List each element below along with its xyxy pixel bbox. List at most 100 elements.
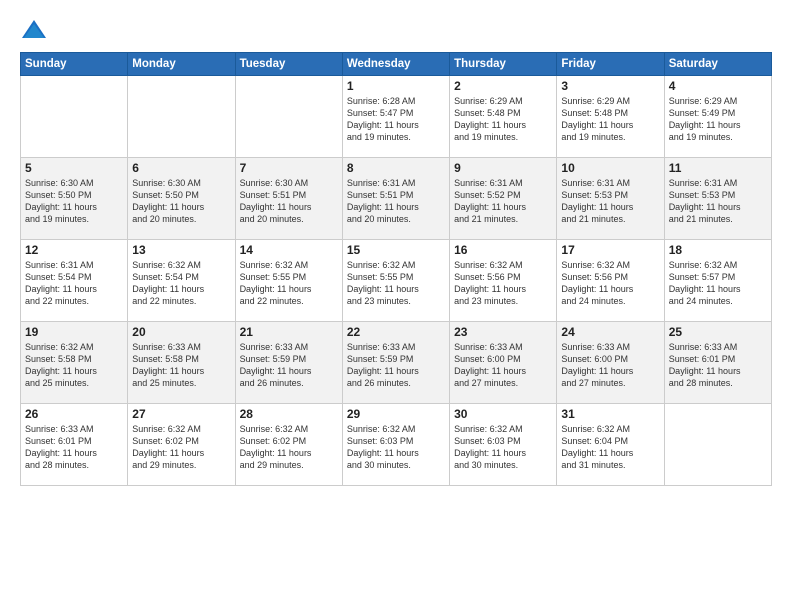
day-cell: 1 Sunrise: 6:28 AM Sunset: 5:47 PM Daylig… (342, 76, 449, 158)
day-info: Sunrise: 6:33 AM Sunset: 6:01 PM Dayligh… (25, 423, 123, 472)
day-info: Sunrise: 6:32 AM Sunset: 6:02 PM Dayligh… (132, 423, 230, 472)
weekday-header-sunday: Sunday (21, 53, 128, 76)
day-info: Sunrise: 6:33 AM Sunset: 6:00 PM Dayligh… (561, 341, 659, 390)
day-cell (664, 404, 771, 486)
day-number: 27 (132, 407, 230, 421)
day-cell: 23 Sunrise: 6:33 AM Sunset: 6:00 PM Dayli… (450, 322, 557, 404)
week-row-3: 19 Sunrise: 6:32 AM Sunset: 5:58 PM Dayli… (21, 322, 772, 404)
logo-icon (20, 16, 48, 44)
day-number: 12 (25, 243, 123, 257)
day-info: Sunrise: 6:31 AM Sunset: 5:53 PM Dayligh… (561, 177, 659, 226)
day-number: 20 (132, 325, 230, 339)
day-number: 11 (669, 161, 767, 175)
day-info: Sunrise: 6:32 AM Sunset: 5:54 PM Dayligh… (132, 259, 230, 308)
day-cell: 18 Sunrise: 6:32 AM Sunset: 5:57 PM Dayli… (664, 240, 771, 322)
weekday-header-tuesday: Tuesday (235, 53, 342, 76)
day-number: 15 (347, 243, 445, 257)
day-cell: 11 Sunrise: 6:31 AM Sunset: 5:53 PM Dayli… (664, 158, 771, 240)
day-info: Sunrise: 6:32 AM Sunset: 5:55 PM Dayligh… (347, 259, 445, 308)
weekday-header-wednesday: Wednesday (342, 53, 449, 76)
day-info: Sunrise: 6:31 AM Sunset: 5:54 PM Dayligh… (25, 259, 123, 308)
day-number: 19 (25, 325, 123, 339)
day-info: Sunrise: 6:30 AM Sunset: 5:50 PM Dayligh… (132, 177, 230, 226)
day-number: 22 (347, 325, 445, 339)
day-info: Sunrise: 6:29 AM Sunset: 5:48 PM Dayligh… (454, 95, 552, 144)
day-cell (21, 76, 128, 158)
day-cell: 6Sunrise: 6:30 AM Sunset: 5:50 PM Daylig… (128, 158, 235, 240)
day-cell: 16 Sunrise: 6:32 AM Sunset: 5:56 PM Dayli… (450, 240, 557, 322)
day-number: 17 (561, 243, 659, 257)
header (20, 16, 772, 44)
day-info: Sunrise: 6:30 AM Sunset: 5:51 PM Dayligh… (240, 177, 338, 226)
week-row-4: 26Sunrise: 6:33 AM Sunset: 6:01 PM Dayli… (21, 404, 772, 486)
day-cell: 15 Sunrise: 6:32 AM Sunset: 5:55 PM Dayli… (342, 240, 449, 322)
day-info: Sunrise: 6:32 AM Sunset: 6:04 PM Dayligh… (561, 423, 659, 472)
day-cell: 20 Sunrise: 6:33 AM Sunset: 5:58 PM Dayli… (128, 322, 235, 404)
day-cell: 13 Sunrise: 6:32 AM Sunset: 5:54 PM Dayli… (128, 240, 235, 322)
day-info: Sunrise: 6:32 AM Sunset: 6:02 PM Dayligh… (240, 423, 338, 472)
day-cell (128, 76, 235, 158)
day-info: Sunrise: 6:32 AM Sunset: 5:56 PM Dayligh… (561, 259, 659, 308)
day-number: 2 (454, 79, 552, 93)
day-info: Sunrise: 6:32 AM Sunset: 6:03 PM Dayligh… (347, 423, 445, 472)
day-number: 4 (669, 79, 767, 93)
day-cell: 27 Sunrise: 6:32 AM Sunset: 6:02 PM Dayli… (128, 404, 235, 486)
day-cell: 8Sunrise: 6:31 AM Sunset: 5:51 PM Daylig… (342, 158, 449, 240)
day-cell: 10 Sunrise: 6:31 AM Sunset: 5:53 PM Dayli… (557, 158, 664, 240)
day-number: 23 (454, 325, 552, 339)
day-cell: 4Sunrise: 6:29 AM Sunset: 5:49 PM Daylig… (664, 76, 771, 158)
day-info: Sunrise: 6:33 AM Sunset: 6:00 PM Dayligh… (454, 341, 552, 390)
day-info: Sunrise: 6:28 AM Sunset: 5:47 PM Dayligh… (347, 95, 445, 144)
day-info: Sunrise: 6:30 AM Sunset: 5:50 PM Dayligh… (25, 177, 123, 226)
day-cell: 24 Sunrise: 6:33 AM Sunset: 6:00 PM Dayli… (557, 322, 664, 404)
day-info: Sunrise: 6:33 AM Sunset: 5:59 PM Dayligh… (347, 341, 445, 390)
day-info: Sunrise: 6:31 AM Sunset: 5:53 PM Dayligh… (669, 177, 767, 226)
day-cell: 14 Sunrise: 6:32 AM Sunset: 5:55 PM Dayli… (235, 240, 342, 322)
day-cell: 7 Sunrise: 6:30 AM Sunset: 5:51 PM Daylig… (235, 158, 342, 240)
day-cell (235, 76, 342, 158)
calendar-table: SundayMondayTuesdayWednesdayThursdayFrid… (20, 52, 772, 486)
day-number: 18 (669, 243, 767, 257)
day-number: 5 (25, 161, 123, 175)
day-number: 3 (561, 79, 659, 93)
page: SundayMondayTuesdayWednesdayThursdayFrid… (0, 0, 792, 612)
weekday-header-friday: Friday (557, 53, 664, 76)
calendar-header: SundayMondayTuesdayWednesdayThursdayFrid… (21, 53, 772, 76)
day-cell: 22 Sunrise: 6:33 AM Sunset: 5:59 PM Dayli… (342, 322, 449, 404)
day-cell: 26Sunrise: 6:33 AM Sunset: 6:01 PM Dayli… (21, 404, 128, 486)
day-cell: 28Sunrise: 6:32 AM Sunset: 6:02 PM Dayli… (235, 404, 342, 486)
day-number: 13 (132, 243, 230, 257)
day-cell: 17 Sunrise: 6:32 AM Sunset: 5:56 PM Dayli… (557, 240, 664, 322)
day-info: Sunrise: 6:29 AM Sunset: 5:48 PM Dayligh… (561, 95, 659, 144)
day-info: Sunrise: 6:33 AM Sunset: 5:58 PM Dayligh… (132, 341, 230, 390)
day-cell: 12 Sunrise: 6:31 AM Sunset: 5:54 PM Dayli… (21, 240, 128, 322)
day-number: 14 (240, 243, 338, 257)
weekday-header-thursday: Thursday (450, 53, 557, 76)
day-cell: 31 Sunrise: 6:32 AM Sunset: 6:04 PM Dayli… (557, 404, 664, 486)
calendar-body: 1 Sunrise: 6:28 AM Sunset: 5:47 PM Daylig… (21, 76, 772, 486)
week-row-1: 5 Sunrise: 6:30 AM Sunset: 5:50 PM Daylig… (21, 158, 772, 240)
day-cell: 3 Sunrise: 6:29 AM Sunset: 5:48 PM Daylig… (557, 76, 664, 158)
day-number: 21 (240, 325, 338, 339)
weekday-header-monday: Monday (128, 53, 235, 76)
day-cell: 2 Sunrise: 6:29 AM Sunset: 5:48 PM Daylig… (450, 76, 557, 158)
day-cell: 9Sunrise: 6:31 AM Sunset: 5:52 PM Daylig… (450, 158, 557, 240)
day-info: Sunrise: 6:33 AM Sunset: 6:01 PM Dayligh… (669, 341, 767, 390)
day-info: Sunrise: 6:32 AM Sunset: 5:57 PM Dayligh… (669, 259, 767, 308)
day-cell: 25 Sunrise: 6:33 AM Sunset: 6:01 PM Dayli… (664, 322, 771, 404)
day-info: Sunrise: 6:31 AM Sunset: 5:52 PM Dayligh… (454, 177, 552, 226)
day-number: 30 (454, 407, 552, 421)
day-info: Sunrise: 6:32 AM Sunset: 5:55 PM Dayligh… (240, 259, 338, 308)
day-info: Sunrise: 6:33 AM Sunset: 5:59 PM Dayligh… (240, 341, 338, 390)
day-number: 1 (347, 79, 445, 93)
day-number: 31 (561, 407, 659, 421)
day-number: 7 (240, 161, 338, 175)
day-number: 16 (454, 243, 552, 257)
day-info: Sunrise: 6:32 AM Sunset: 5:58 PM Dayligh… (25, 341, 123, 390)
day-cell: 21 Sunrise: 6:33 AM Sunset: 5:59 PM Dayli… (235, 322, 342, 404)
day-number: 25 (669, 325, 767, 339)
week-row-0: 1 Sunrise: 6:28 AM Sunset: 5:47 PM Daylig… (21, 76, 772, 158)
day-number: 24 (561, 325, 659, 339)
day-number: 10 (561, 161, 659, 175)
day-info: Sunrise: 6:32 AM Sunset: 5:56 PM Dayligh… (454, 259, 552, 308)
